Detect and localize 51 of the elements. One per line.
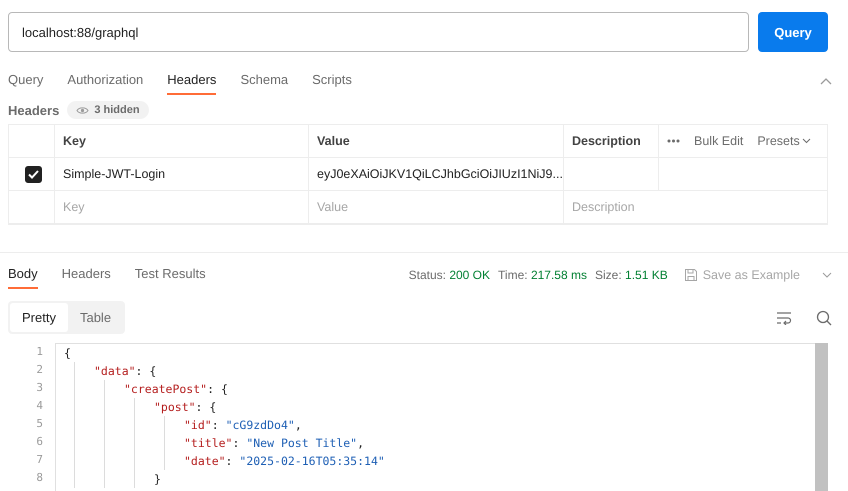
header-checkbox[interactable] [25,166,42,182]
collapse-icon[interactable] [820,76,832,84]
chevron-down-icon[interactable] [822,272,832,278]
presets-dropdown[interactable]: Presets [757,134,811,148]
request-tab[interactable]: Scripts [312,66,352,95]
chevron-down-icon [802,138,811,144]
line-number: 6 [36,434,43,450]
line-number: 3 [36,380,43,396]
hidden-headers-badge[interactable]: 3 hidden [67,101,149,119]
line-number: 1 [36,344,43,360]
response-meta: Status: 200 OK [408,268,490,282]
table-cell: eyJ0eXAiOiJKV1QiLCJhbGciOiJIUzI1NiJ9... [317,167,563,181]
bulk-edit-link[interactable]: Bulk Edit [694,134,744,148]
line-number: 8 [36,470,43,486]
check-icon [28,170,39,178]
url-field[interactable]: localhost:88/graphql [8,12,749,52]
code-line: "data": { [94,363,158,380]
code-line: "post": { [154,399,218,416]
code-line: } [154,471,162,488]
wrap-lines-icon[interactable] [776,310,792,324]
code-line: { [64,345,72,362]
line-number: 5 [36,416,43,432]
view-mode-tab[interactable]: Table [68,303,124,332]
code-line: "createPost": { [124,381,229,398]
request-tab[interactable]: Query [8,66,44,95]
save-icon [684,268,698,282]
response-tab[interactable]: Test Results [134,260,206,289]
view-mode-tab[interactable]: Pretty [10,303,68,332]
line-number: 7 [36,452,43,468]
line-number: 4 [36,398,43,414]
request-tab[interactable]: Headers [167,66,216,95]
response-meta: Time: 217.58 ms [498,268,587,282]
eye-icon [76,106,90,114]
column-header: Key [55,125,309,158]
code-line: "id": "cG9zdDo4", [184,417,303,434]
response-tab[interactable]: Body [8,260,38,289]
line-number: 2 [36,362,43,378]
request-tab[interactable]: Authorization [67,66,144,95]
headers-title: Headers [8,102,60,118]
code-line: "title": "New Post Title", [184,435,366,452]
column-header: Description [564,125,659,158]
code-line: "date": "2025-02-16T05:35:14" [184,453,386,470]
query-button[interactable]: Query [758,12,828,52]
column-header: Value [309,125,564,158]
search-icon[interactable] [816,310,832,326]
request-tab[interactable]: Schema [240,66,288,95]
scrollbar[interactable] [815,343,828,491]
more-icon[interactable] [667,139,680,143]
response-meta: Size: 1.51 KB [594,268,668,282]
response-tab[interactable]: Headers [62,260,111,289]
table-cell: Simple-JWT-Login [63,167,166,181]
